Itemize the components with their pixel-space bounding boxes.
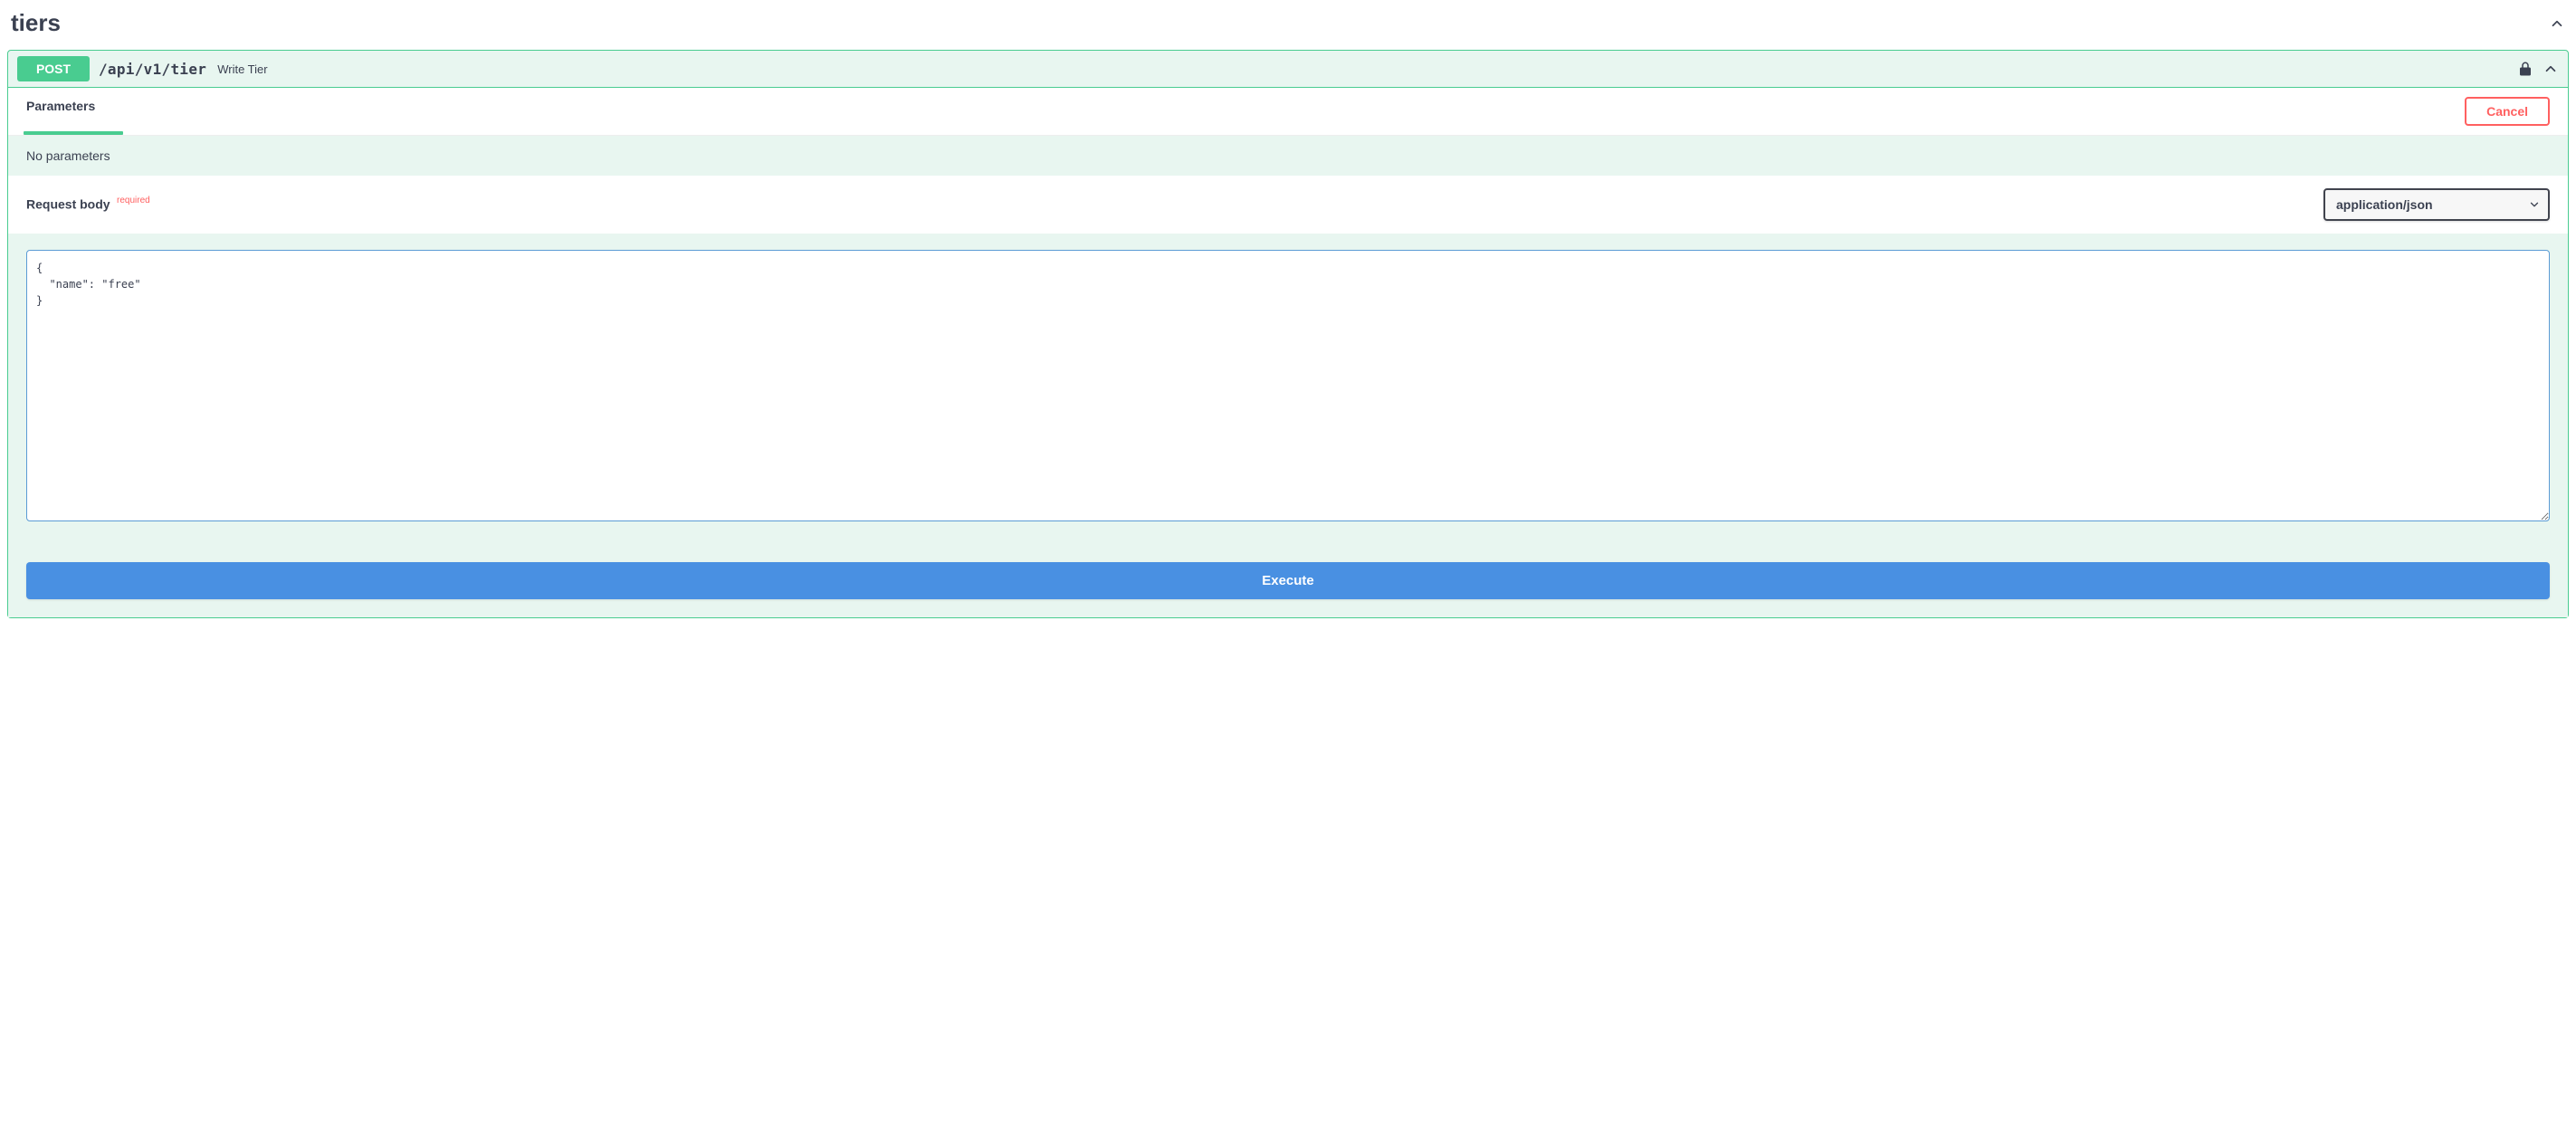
no-parameters-message: No parameters	[8, 136, 2568, 176]
cancel-button[interactable]: Cancel	[2465, 97, 2550, 126]
request-body-area: Execute	[8, 234, 2568, 617]
tab-underline	[24, 131, 123, 135]
tab-parameters-label: Parameters	[26, 99, 95, 113]
request-body-label: Request body	[26, 197, 110, 212]
chevron-up-icon	[2549, 15, 2565, 32]
chevron-up-icon	[2543, 61, 2559, 77]
section-header[interactable]: tiers	[7, 5, 2569, 44]
endpoint-header-right	[2517, 61, 2559, 77]
request-body-header-row: Request body required application/json	[8, 176, 2568, 234]
parameters-header-row: Parameters Cancel	[8, 88, 2568, 136]
request-body-label-wrap: Request body required	[26, 196, 150, 213]
endpoint-panel: Parameters Cancel No parameters Request …	[8, 87, 2568, 617]
content-type-select-wrap: application/json	[2323, 188, 2550, 221]
endpoint-header[interactable]: POST /api/v1/tier Write Tier	[8, 51, 2568, 87]
execute-button[interactable]: Execute	[26, 562, 2550, 599]
method-badge: POST	[17, 56, 90, 81]
section-title: tiers	[11, 9, 61, 37]
tab-parameters[interactable]: Parameters	[26, 99, 95, 124]
endpoint-path: /api/v1/tier	[99, 61, 206, 78]
endpoint-summary: Write Tier	[217, 62, 267, 76]
request-body-textarea[interactable]	[26, 250, 2550, 521]
required-tag: required	[117, 196, 150, 205]
endpoint-block: POST /api/v1/tier Write Tier Parameters …	[7, 50, 2569, 618]
lock-icon[interactable]	[2517, 61, 2533, 77]
content-type-select[interactable]: application/json	[2323, 188, 2550, 221]
